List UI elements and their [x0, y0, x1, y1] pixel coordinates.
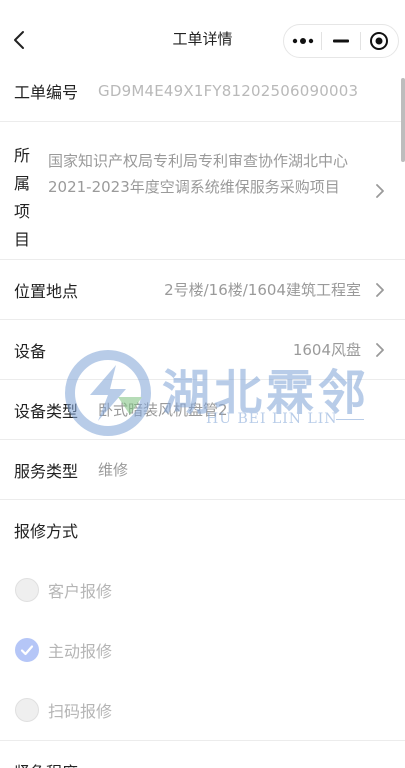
location-label: 位置地点 [14, 281, 79, 301]
service-type-value: 维修 [98, 461, 129, 479]
urgency-row[interactable]: 紧急程度 [0, 740, 405, 768]
project-label-char: 项 [14, 202, 31, 221]
work-order-value: GD9M4E49X1FY81202506090003 [98, 81, 359, 100]
radio-label: 主动报修 [48, 642, 113, 661]
service-type-row: 服务类型 维修 [0, 440, 405, 500]
project-label-char: 目 [14, 230, 31, 249]
device-type-row: 设备类型 卧式暗装风机盘管2 [0, 380, 405, 440]
chevron-right-icon [376, 183, 384, 198]
project-label: 所 属 项 目 [14, 142, 34, 254]
work-order-row: 工单编号 GD9M4E49X1FY81202506090003 [0, 60, 405, 122]
service-type-label: 服务类型 [14, 461, 79, 481]
mini-program-capsule [283, 24, 399, 58]
more-icon [292, 38, 313, 44]
detail-content: 工单编号 GD9M4E49X1FY81202506090003 所 属 项 目 … [0, 60, 405, 768]
repair-method-label: 报修方式 [14, 522, 79, 541]
radio-option-scan[interactable]: 扫码报修 [0, 680, 405, 740]
radio-label: 客户报修 [48, 582, 113, 601]
radio-option-active[interactable]: 主动报修 [0, 620, 405, 680]
device-type-value: 卧式暗装风机盘管2 [98, 401, 228, 419]
project-row[interactable]: 所 属 项 目 国家知识产权局专利局专利审查协作湖北中心2021-2023年度空… [0, 122, 405, 260]
radio-option-customer[interactable]: 客户报修 [0, 560, 405, 620]
urgency-label: 紧急程度 [14, 759, 78, 768]
work-order-label: 工单编号 [14, 82, 79, 102]
radio-checked-icon [15, 638, 39, 662]
scrollbar[interactable] [401, 78, 405, 162]
minimize-button[interactable] [322, 25, 359, 57]
device-type-label: 设备类型 [14, 401, 79, 421]
device-label: 设备 [14, 341, 47, 361]
device-value: 1604风盘 [292, 341, 361, 359]
close-button[interactable] [361, 25, 398, 57]
minimize-icon [333, 39, 349, 43]
chevron-right-icon [376, 282, 384, 297]
radio-label: 扫码报修 [48, 702, 113, 721]
device-row[interactable]: 设备 1604风盘 [0, 320, 405, 380]
more-button[interactable] [284, 25, 321, 57]
project-label-char: 属 [14, 174, 31, 193]
checkmark-icon [20, 645, 34, 656]
location-value: 2号楼/16楼/1604建筑工程室 [164, 281, 361, 299]
project-label-char: 所 [14, 146, 31, 165]
close-target-icon [370, 32, 389, 50]
repair-method-header: 报修方式 [0, 500, 405, 560]
project-value: 国家知识产权局专利局专利审查协作湖北中心2021-2023年度空调系统维保服务采… [48, 152, 349, 196]
radio-unchecked-icon [15, 578, 39, 602]
radio-unchecked-icon [15, 698, 39, 722]
chevron-right-icon [376, 342, 384, 357]
location-row[interactable]: 位置地点 2号楼/16楼/1604建筑工程室 [0, 260, 405, 320]
